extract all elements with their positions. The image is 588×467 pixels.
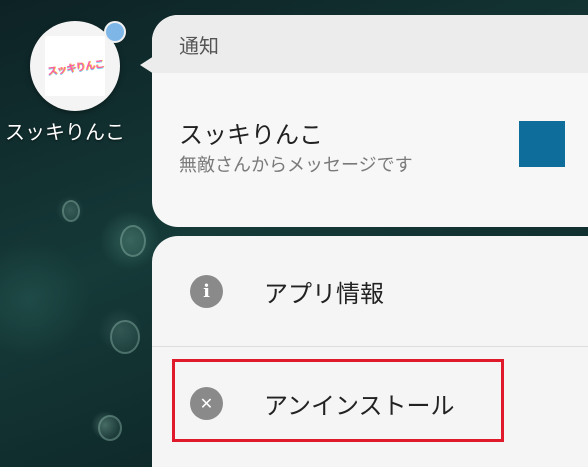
notification-badge xyxy=(104,21,126,43)
notification-title: スッキりんこ xyxy=(179,121,323,149)
app-logo-text: スッキりんこ xyxy=(46,58,105,78)
close-circle-icon: ✕ xyxy=(190,386,223,420)
notification-header: 通知 xyxy=(152,15,588,73)
notification-header-title: 通知 xyxy=(179,33,219,58)
notification-thumbnail xyxy=(519,121,565,167)
app-logo-icon: スッキりんこ xyxy=(45,36,105,96)
background-bubble xyxy=(120,225,146,257)
app-shortcut-menu: i アプリ情報 ✕ アンインストール xyxy=(152,236,588,467)
uninstall-label: アンインストール xyxy=(264,391,455,420)
notification-card[interactable]: 通知 スッキりんこ 無敵さんからメッセージです xyxy=(152,15,588,227)
info-icon: i xyxy=(190,274,223,308)
uninstall-menu-item[interactable]: ✕ アンインストール xyxy=(152,348,588,458)
app-info-label: アプリ情報 xyxy=(264,279,384,308)
background-bubble xyxy=(110,320,140,354)
app-name-label: スッキりんこ xyxy=(5,120,125,144)
background-bubble xyxy=(98,415,122,441)
app-info-menu-item[interactable]: i アプリ情報 xyxy=(152,236,588,346)
notification-message: 無敵さんからメッセージです xyxy=(179,155,413,176)
menu-divider xyxy=(152,346,588,347)
background-bubble xyxy=(62,200,80,222)
